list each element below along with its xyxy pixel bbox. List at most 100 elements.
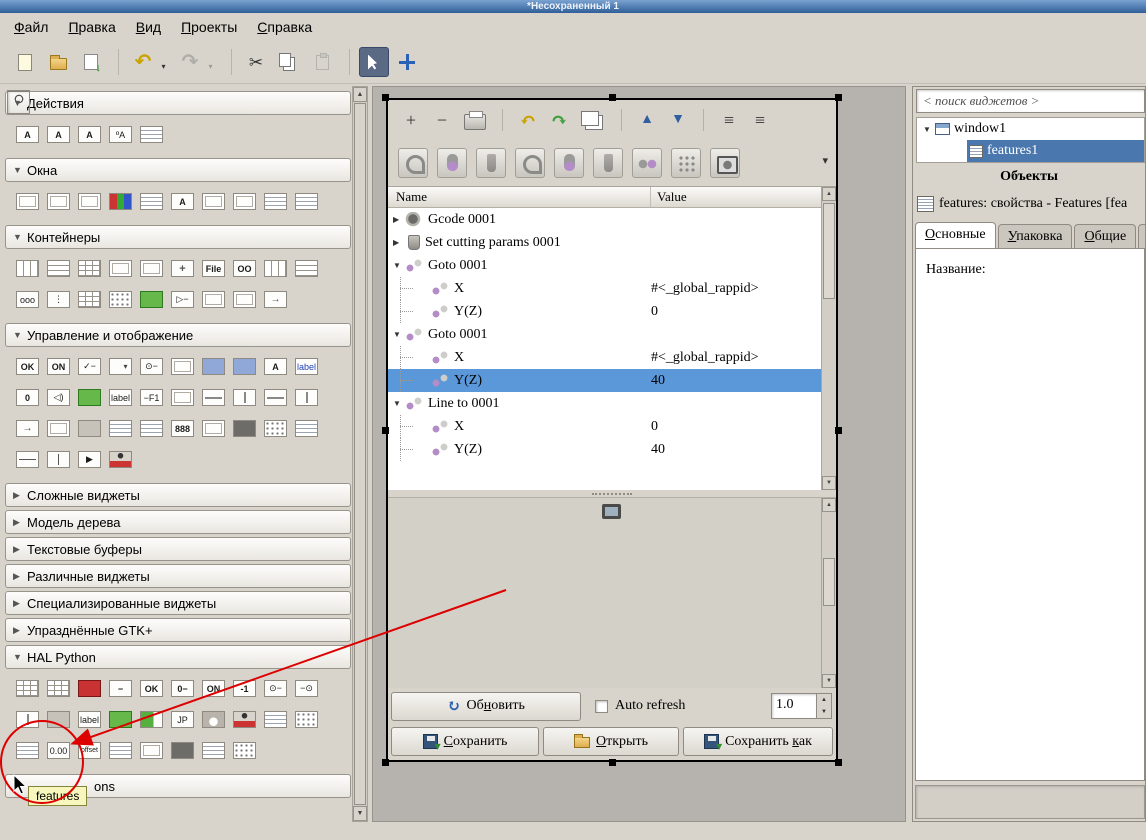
hal-image-icon[interactable] <box>109 711 132 728</box>
expander-icon[interactable]: ▼ <box>393 330 405 339</box>
menu-file[interactable]: Файл <box>4 13 58 41</box>
dialog-icon[interactable] <box>202 193 225 210</box>
text-view-icon[interactable] <box>109 420 132 437</box>
duplicate-icon[interactable] <box>581 110 599 126</box>
paned-icon[interactable]: OO <box>233 260 256 277</box>
resize-handle[interactable] <box>382 94 389 101</box>
scroll-up-icon[interactable]: ▲ <box>353 87 367 102</box>
auto-refresh-checkbox[interactable] <box>595 699 608 713</box>
tool-profile-icon[interactable] <box>398 148 428 178</box>
tool-mill-icon[interactable] <box>476 148 506 178</box>
hal-bar-icon[interactable] <box>140 711 163 728</box>
tree-column-name[interactable]: Name <box>388 187 651 207</box>
frame-icon[interactable] <box>140 260 163 277</box>
table-icon[interactable] <box>109 291 132 308</box>
scrolled-window-icon[interactable] <box>202 291 225 308</box>
combo-box-icon[interactable] <box>109 358 132 375</box>
hal-filechooser-icon[interactable] <box>7 90 30 114</box>
hal-togglebutton-icon[interactable]: ON <box>202 680 225 697</box>
button-icon[interactable]: OK <box>16 358 39 375</box>
resize-handle[interactable] <box>835 94 842 101</box>
palette-section-header-hal-python[interactable]: ▼ HAL Python <box>5 645 351 669</box>
open-button[interactable]: Открыть <box>543 727 679 756</box>
hal-button-icon[interactable]: OK <box>140 680 163 697</box>
expander-icon[interactable]: ▶ <box>393 238 405 247</box>
scroll-up-icon[interactable]: ▲ <box>822 498 836 512</box>
tool-camera-icon[interactable] <box>710 148 740 178</box>
expander-icon[interactable]: ▼ <box>393 261 405 270</box>
calendar-icon[interactable]: 888 <box>171 420 194 437</box>
application-window-icon[interactable] <box>78 193 101 210</box>
text-view2-icon[interactable] <box>140 420 163 437</box>
expander-icon[interactable]: ▶ <box>393 215 405 224</box>
drawing-area-icon[interactable] <box>264 420 287 437</box>
resize-handle[interactable] <box>609 94 616 101</box>
undo-icon[interactable]: ↶ <box>519 108 537 133</box>
hal-animation-icon[interactable] <box>233 711 256 728</box>
add-icon[interactable]: + <box>402 110 420 131</box>
tool-dot-grid-icon[interactable] <box>671 148 701 178</box>
scroll-down-icon[interactable]: ▼ <box>822 674 836 688</box>
hal-jog-wheel-icon[interactable] <box>16 711 39 728</box>
vscale-icon[interactable] <box>233 389 256 406</box>
label2-widget-icon[interactable]: label <box>109 389 132 406</box>
vseparator-icon[interactable] <box>47 451 70 468</box>
progress-bar-icon[interactable] <box>202 420 225 437</box>
palette-scrollbar[interactable]: ▲ ▼ <box>352 86 368 822</box>
hal-meter-icon[interactable] <box>202 711 225 728</box>
tab-signals[interactable]: С <box>1138 224 1145 249</box>
assistant-icon[interactable] <box>264 193 287 210</box>
undo-icon[interactable]: ↶ <box>128 47 158 77</box>
menu-view[interactable]: Вид <box>126 13 171 41</box>
window-titlebar[interactable]: *Несохраненный 1 <box>0 0 1146 13</box>
canvas-tree-row[interactable]: ▼ Goto 0001 <box>388 254 821 277</box>
scroll-down-icon[interactable]: ▼ <box>822 476 836 490</box>
new-document-icon[interactable] <box>10 47 40 77</box>
entry-icon[interactable] <box>171 358 194 375</box>
refresh-button[interactable]: ↻ Обновить <box>391 691 581 721</box>
widget-search-input[interactable]: < поиск виджетов > <box>916 89 1145 113</box>
selected-tree-row[interactable]: features1 <box>967 140 1144 162</box>
tab-common[interactable]: Общие <box>1074 224 1137 249</box>
expander-icon[interactable]: ▼ <box>393 399 405 408</box>
hal-table-icon[interactable] <box>16 680 39 697</box>
window-icon[interactable] <box>16 193 39 210</box>
interval-value[interactable]: 1.0 <box>771 693 817 719</box>
scrollbar-thumb[interactable] <box>823 203 835 299</box>
list-window-icon[interactable] <box>140 193 163 210</box>
save-document-icon[interactable] <box>76 47 106 77</box>
radio-button-icon[interactable]: ⊙− <box>140 358 163 375</box>
label-widget-icon[interactable]: label <box>295 358 318 375</box>
canvas-tree-row[interactable]: X0 <box>388 415 821 438</box>
select-pointer-icon[interactable] <box>359 47 389 77</box>
tab-general[interactable]: Основные <box>915 222 996 249</box>
file-chooser-widget-icon[interactable]: File <box>202 260 225 277</box>
hal-radiobutton-icon[interactable]: ⊙− <box>264 680 287 697</box>
tree-view-icon[interactable] <box>295 420 318 437</box>
hal-iconview-icon[interactable] <box>295 711 318 728</box>
widget-tree-row-window1[interactable]: ▼ window1 <box>917 118 1144 140</box>
menu-projects[interactable]: Проекты <box>171 13 247 41</box>
palette-section-header-actions[interactable]: ▼Действия <box>5 91 351 115</box>
accel-label-icon[interactable]: −F1 <box>140 389 163 406</box>
hal-textview-icon[interactable] <box>202 742 225 759</box>
hal-list-icon[interactable] <box>264 711 287 728</box>
palette-section-header-containers[interactable]: ▼ Контейнеры <box>5 225 351 249</box>
level-bar-icon[interactable] <box>233 420 256 437</box>
resize-handle[interactable] <box>835 759 842 766</box>
menu-edit[interactable]: Правка <box>58 13 125 41</box>
hal-hbox-icon[interactable] <box>47 680 70 697</box>
tool-pair-icon[interactable] <box>632 148 662 178</box>
tree-scrollbar[interactable]: ▲ ▼ <box>821 187 836 490</box>
font-button-icon[interactable]: A <box>264 358 287 375</box>
grid-icon[interactable] <box>78 260 101 277</box>
palette-section-header-tree-model[interactable]: ▶ Модель дерева <box>5 510 351 534</box>
canvas-tree-row[interactable]: ▶ Set cutting params 0001 <box>388 231 821 254</box>
palette-section-header-misc-widgets[interactable]: ▶ Различные виджеты <box>5 564 351 588</box>
canvas-tree-row[interactable]: ▼ Goto 0001 <box>388 323 821 346</box>
resize-handle[interactable] <box>382 427 389 434</box>
notebook-icon[interactable] <box>109 260 132 277</box>
move-down-icon[interactable]: ▼ <box>669 112 687 128</box>
canvas-tree-row[interactable]: ▼ Line to 0001 <box>388 392 821 415</box>
canvas-tree-row[interactable]: X #<_global_rappid> <box>388 277 821 300</box>
